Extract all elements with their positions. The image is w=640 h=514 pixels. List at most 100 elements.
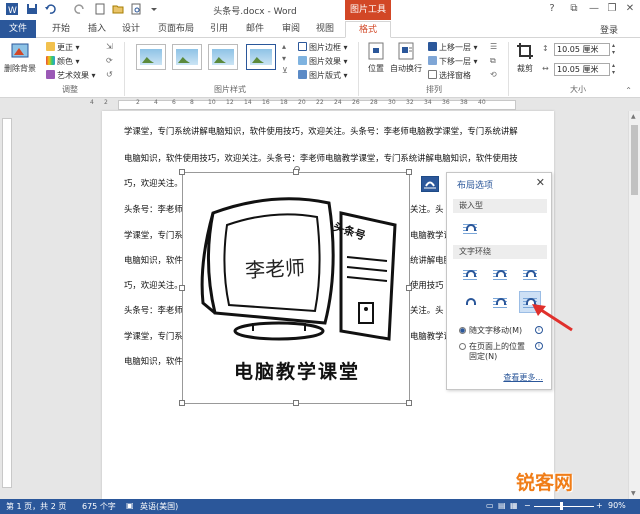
- layout-behind-text-option[interactable]: [489, 291, 511, 313]
- print-preview-icon[interactable]: [130, 3, 142, 15]
- picture-style-3[interactable]: [208, 44, 238, 70]
- height-input[interactable]: 10.05 厘米: [554, 43, 610, 56]
- align-icon[interactable]: ☰: [490, 42, 497, 51]
- scroll-down-icon[interactable]: ▼: [631, 490, 636, 497]
- tab-insert[interactable]: 插入: [82, 21, 112, 38]
- artistic-effects-button[interactable]: 艺术效果 ▾: [46, 70, 96, 81]
- ruler-tick: 18: [280, 99, 288, 106]
- collapse-ribbon-icon[interactable]: ⌃: [625, 86, 632, 95]
- styles-scroll-down-icon[interactable]: ▾: [282, 54, 286, 63]
- tab-references[interactable]: 引用: [204, 21, 234, 38]
- layout-inline-option[interactable]: [459, 217, 481, 239]
- minimize-button[interactable]: —: [586, 2, 602, 16]
- corrections-label: 更正: [57, 43, 73, 52]
- reset-picture-icon[interactable]: ↺: [106, 70, 113, 79]
- layout-through-option[interactable]: [519, 263, 541, 285]
- resize-handle-ne[interactable]: [406, 169, 412, 175]
- help-button[interactable]: ?: [544, 2, 560, 16]
- group-icon[interactable]: ⧉: [490, 56, 496, 66]
- zoom-out-icon[interactable]: −: [524, 501, 531, 510]
- styles-more-icon[interactable]: ⊻: [282, 66, 288, 75]
- paragraph-line: 头条号：李老师: [124, 204, 183, 214]
- undo-icon[interactable]: [44, 3, 56, 15]
- send-backward-button[interactable]: 下移一层 ▾: [428, 56, 478, 67]
- move-with-text-radio[interactable]: 随文字移动(M): [459, 325, 522, 336]
- new-doc-icon[interactable]: [94, 3, 106, 15]
- change-picture-icon[interactable]: ⟳: [106, 56, 113, 65]
- tab-home[interactable]: 开始: [46, 21, 76, 38]
- layout-options-button[interactable]: [421, 176, 439, 192]
- tab-mailings[interactable]: 邮件: [240, 21, 270, 38]
- picture-style-1[interactable]: [136, 44, 166, 70]
- compress-pictures-icon[interactable]: ⇲: [106, 42, 113, 51]
- zoom-in-icon[interactable]: +: [596, 501, 603, 510]
- word-count[interactable]: 675 个字: [82, 501, 116, 512]
- bring-forward-button[interactable]: 上移一层 ▾: [428, 42, 478, 53]
- print-layout-icon[interactable]: ▤: [498, 501, 506, 510]
- picture-layout-button[interactable]: 图片版式 ▾: [298, 70, 348, 81]
- selected-picture[interactable]: 李老师 头条号 电脑教学课堂: [179, 166, 412, 406]
- zoom-slider[interactable]: [534, 506, 594, 507]
- close-button[interactable]: ✕: [622, 2, 638, 16]
- language[interactable]: 英语(美国): [140, 501, 178, 512]
- restore-button[interactable]: ❐: [604, 2, 620, 16]
- info-icon[interactable]: i: [535, 342, 543, 350]
- vertical-scrollbar[interactable]: ▲ ▼: [628, 111, 640, 499]
- tab-format[interactable]: 格式: [345, 21, 391, 38]
- resize-handle-sw[interactable]: [179, 400, 185, 406]
- selection-pane-button[interactable]: 选择窗格: [428, 70, 471, 81]
- web-layout-icon[interactable]: ▦: [510, 501, 518, 510]
- color-icon: [46, 56, 55, 65]
- customize-qat-icon[interactable]: [148, 3, 160, 15]
- open-icon[interactable]: [112, 3, 124, 15]
- layout-top-bottom-option[interactable]: [459, 291, 481, 313]
- scrollbar-thumb[interactable]: [631, 125, 638, 195]
- see-more-link[interactable]: 查看更多...: [503, 372, 543, 383]
- redo-icon[interactable]: [74, 3, 86, 15]
- resize-handle-se[interactable]: [406, 400, 412, 406]
- crop-button[interactable]: 裁剪: [510, 42, 540, 84]
- save-icon[interactable]: [26, 3, 38, 15]
- inline-section-header: 嵌入型: [453, 199, 547, 213]
- resize-handle-n[interactable]: [293, 169, 299, 175]
- remove-background-button[interactable]: 删除背景: [2, 42, 38, 84]
- resize-handle-nw[interactable]: [179, 169, 185, 175]
- tab-design[interactable]: 设计: [116, 21, 146, 38]
- vertical-ruler[interactable]: [2, 118, 12, 488]
- resize-handle-e[interactable]: [406, 285, 412, 291]
- rotate-icon[interactable]: ⟲: [490, 70, 497, 79]
- width-spinner-icon[interactable]: ▴ ▾: [612, 62, 615, 76]
- page-count[interactable]: 第 1 页，共 2 页: [6, 501, 66, 512]
- horizontal-ruler[interactable]: 4 2 2 4 6 8 10 12 14 16 18 20 22 24 26 2…: [0, 99, 640, 111]
- tab-file[interactable]: 文件: [0, 20, 36, 38]
- zoom-level[interactable]: 90%: [608, 501, 626, 510]
- layout-tight-option[interactable]: [489, 263, 511, 285]
- picture-effects-button[interactable]: 图片效果 ▾: [298, 56, 348, 67]
- tab-page-layout[interactable]: 页面布局: [152, 21, 200, 38]
- close-icon[interactable]: ✕: [536, 176, 545, 189]
- wrap-text-button[interactable]: 自动换行: [386, 42, 426, 84]
- tab-view[interactable]: 视图: [310, 21, 340, 38]
- color-button[interactable]: 颜色 ▾: [46, 56, 80, 67]
- paragraph-fragment: 关注。头: [410, 204, 444, 214]
- styles-scroll-up-icon[interactable]: ▴: [282, 42, 286, 51]
- ruler-tick: 10: [208, 99, 216, 106]
- resize-handle-w[interactable]: [179, 285, 185, 291]
- sign-in-link[interactable]: 登录: [600, 23, 618, 36]
- layout-square-option[interactable]: [459, 263, 481, 285]
- proofing-icon[interactable]: ▣: [126, 501, 134, 510]
- width-input[interactable]: 10.05 厘米: [554, 63, 610, 76]
- corrections-button[interactable]: 更正 ▾: [46, 42, 80, 53]
- picture-style-4[interactable]: [246, 44, 276, 70]
- resize-handle-s[interactable]: [293, 400, 299, 406]
- scroll-up-icon[interactable]: ▲: [631, 113, 636, 120]
- height-spinner-icon[interactable]: ▴ ▾: [612, 42, 615, 56]
- picture-caption: 电脑教学课堂: [233, 361, 360, 383]
- picture-border-button[interactable]: 图片边框 ▾: [298, 42, 348, 53]
- ruler-tick: 36: [442, 99, 450, 106]
- tab-review[interactable]: 审阅: [276, 21, 306, 38]
- read-mode-icon[interactable]: ▭: [486, 501, 494, 510]
- ribbon-display-options-button[interactable]: ⧉: [566, 2, 582, 16]
- picture-style-2[interactable]: [172, 44, 202, 70]
- zoom-slider-thumb[interactable]: [560, 502, 563, 510]
